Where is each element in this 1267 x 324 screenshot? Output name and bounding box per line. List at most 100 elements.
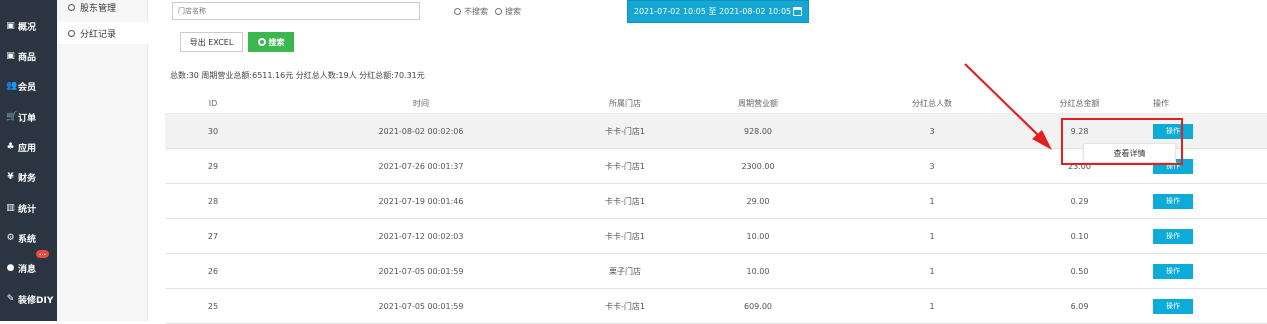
- cell-revenue: 609.00: [744, 301, 772, 311]
- store-name-input[interactable]: [172, 2, 420, 20]
- circle-icon: [68, 3, 75, 11]
- subnav-item-shareholders[interactable]: 股东管理: [57, 0, 148, 18]
- nav-item-system[interactable]: ⚙ 系统: [0, 223, 57, 253]
- cell-op: 操作: [1142, 193, 1262, 209]
- nav-label: 应用: [18, 143, 37, 154]
- cell-revenue: 10.00: [746, 266, 770, 276]
- nav-label: 会员: [18, 82, 37, 93]
- cell-revenue: 2300.00: [741, 161, 775, 171]
- cell-time: 2021-07-12 00:02:03: [378, 231, 464, 241]
- cell-amount: 6.09: [1070, 301, 1089, 311]
- nav-label: 订单: [18, 113, 37, 124]
- col-header-revenue: 周期营业额: [738, 99, 778, 108]
- search-mode-radio-group: 不搜索 搜索: [454, 6, 528, 17]
- subnav-item-dividend-records[interactable]: 分红记录: [57, 22, 148, 44]
- cell-id: 26: [207, 266, 219, 276]
- cell-op: 操作: [1142, 263, 1262, 279]
- nav-item-stats[interactable]: ▥ 统计: [0, 193, 57, 223]
- cell-time: 2021-07-26 00:01:37: [378, 161, 464, 171]
- nav-item-finance[interactable]: ¥ 财务: [0, 162, 57, 192]
- cell-time: 2021-07-05 00:01:59: [378, 301, 464, 311]
- search-label: 搜索: [268, 37, 285, 47]
- dropdown-label: 查看详情: [1113, 148, 1146, 158]
- nav-label: 系统: [18, 234, 37, 245]
- nav-label: 概况: [18, 22, 37, 33]
- operate-button[interactable]: 操作: [1153, 298, 1193, 314]
- cell-store: 栗子门店: [609, 266, 641, 276]
- radio-search[interactable]: 搜索: [495, 6, 521, 17]
- radio-no-search[interactable]: 不搜索: [454, 6, 488, 17]
- apps-icon: ♣: [6, 141, 15, 152]
- yen-icon: ¥: [7, 171, 14, 182]
- table-header: ID 时间 所属门店 周期营业额 分红总人数 分红总金额 操作: [165, 94, 1267, 114]
- dividend-table: ID 时间 所属门店 周期营业额 分红总人数 分红总金额 操作 30 2021-0…: [165, 94, 1267, 324]
- cell-store: 卡卡-门店1: [605, 301, 645, 311]
- operate-button[interactable]: 操作: [1153, 228, 1193, 244]
- nav-label: 统计: [18, 204, 37, 215]
- wrench-icon: ✎: [6, 293, 15, 304]
- nav-item-apps[interactable]: ♣ 应用: [0, 132, 57, 162]
- message-badge: ...: [36, 250, 49, 258]
- subnav-label: 分红记录: [80, 29, 117, 40]
- radio-label: 搜索: [505, 7, 521, 16]
- nav-item-overview[interactable]: ▣ 概况: [0, 11, 57, 41]
- radio-circle-icon: [495, 8, 502, 15]
- nav-label: 财务: [18, 173, 37, 184]
- users-icon: 👥: [6, 80, 18, 91]
- cell-people: 1: [929, 196, 935, 206]
- cart-icon: 🛒: [6, 111, 18, 122]
- cell-amount: 0.10: [1070, 231, 1089, 241]
- operate-button[interactable]: 操作: [1153, 193, 1193, 209]
- left-nav: ▣ 概况 ▣ 商品 👥 会员 🛒 订单 ♣ 应用 ¥ 财务 ▥ 统计 ⚙ 系统 ● 消息... ✎…: [0, 0, 57, 321]
- radio-circle-icon: [454, 8, 461, 15]
- cell-store: 卡卡-门店1: [605, 161, 645, 171]
- col-header-op: 操作: [1153, 99, 1169, 108]
- col-header-id: ID: [208, 99, 218, 108]
- sub-nav: 股东管理 分红记录: [57, 0, 148, 321]
- cell-id: 28: [207, 196, 219, 206]
- cell-people: 1: [929, 266, 935, 276]
- cell-id: 29: [207, 161, 219, 171]
- operate-button[interactable]: 操作: [1153, 123, 1193, 139]
- square-icon: ▣: [6, 20, 15, 31]
- gear-icon: ⚙: [6, 232, 15, 243]
- square-icon: ▣: [6, 50, 15, 61]
- cell-store: 卡卡-门店1: [605, 231, 645, 241]
- nav-item-diy[interactable]: ✎ 装修DIY: [0, 284, 57, 314]
- date-range-text: 2021-07-02 10:05 至 2021-08-02 10:05: [633, 7, 792, 16]
- summary-text: 总数:30 周期营业总额:6511.16元 分红总人数:19人 分红总额:70.…: [170, 71, 425, 80]
- export-excel-button[interactable]: 导出 EXCEL: [180, 32, 243, 52]
- nav-item-messages[interactable]: ● 消息...: [0, 250, 57, 283]
- view-details-menu-item[interactable]: 查看详情: [1083, 143, 1176, 163]
- nav-label: 消息: [18, 264, 37, 275]
- cell-revenue: 10.00: [746, 231, 770, 241]
- cell-people: 1: [929, 231, 935, 241]
- cell-op: 操作: [1142, 123, 1262, 139]
- cell-revenue: 29.00: [746, 196, 770, 206]
- cell-store: 卡卡-门店1: [605, 196, 645, 206]
- cell-people: 3: [929, 161, 935, 171]
- cell-id: 25: [207, 301, 219, 311]
- nav-item-goods[interactable]: ▣ 商品: [0, 41, 57, 71]
- table-row: 26 2021-07-05 00:01:59 栗子门店 10.00 1 0.50 操作: [165, 254, 1267, 289]
- calendar-icon: [793, 7, 803, 16]
- cell-store: 卡卡-门店1: [605, 126, 645, 136]
- table-row: 25 2021-07-05 00:01:59 卡卡-门店1 609.00 1 6.09 操作: [165, 289, 1267, 324]
- operate-button[interactable]: 操作: [1153, 263, 1193, 279]
- table-row: 28 2021-07-19 00:01:46 卡卡-门店1 29.00 1 0.29 操作: [165, 184, 1267, 219]
- radio-label: 不搜索: [464, 7, 488, 16]
- subnav-label: 股东管理: [80, 3, 117, 14]
- cell-people: 3: [929, 126, 935, 136]
- search-button[interactable]: 搜索: [248, 32, 294, 52]
- cell-id: 27: [207, 231, 219, 241]
- cell-op: 操作: [1142, 228, 1262, 244]
- col-header-time: 时间: [413, 99, 429, 108]
- cell-time: 2021-07-19 00:01:46: [378, 196, 464, 206]
- date-range-picker[interactable]: 2021-07-02 10:05 至 2021-08-02 10:05: [627, 0, 809, 23]
- nav-item-orders[interactable]: 🛒 订单: [0, 102, 57, 132]
- cell-amount: 0.29: [1070, 196, 1089, 206]
- chat-icon: ●: [6, 262, 15, 273]
- cell-amount: 9.28: [1070, 126, 1089, 136]
- cell-id: 30: [207, 126, 219, 136]
- nav-item-members[interactable]: 👥 会员: [0, 71, 57, 101]
